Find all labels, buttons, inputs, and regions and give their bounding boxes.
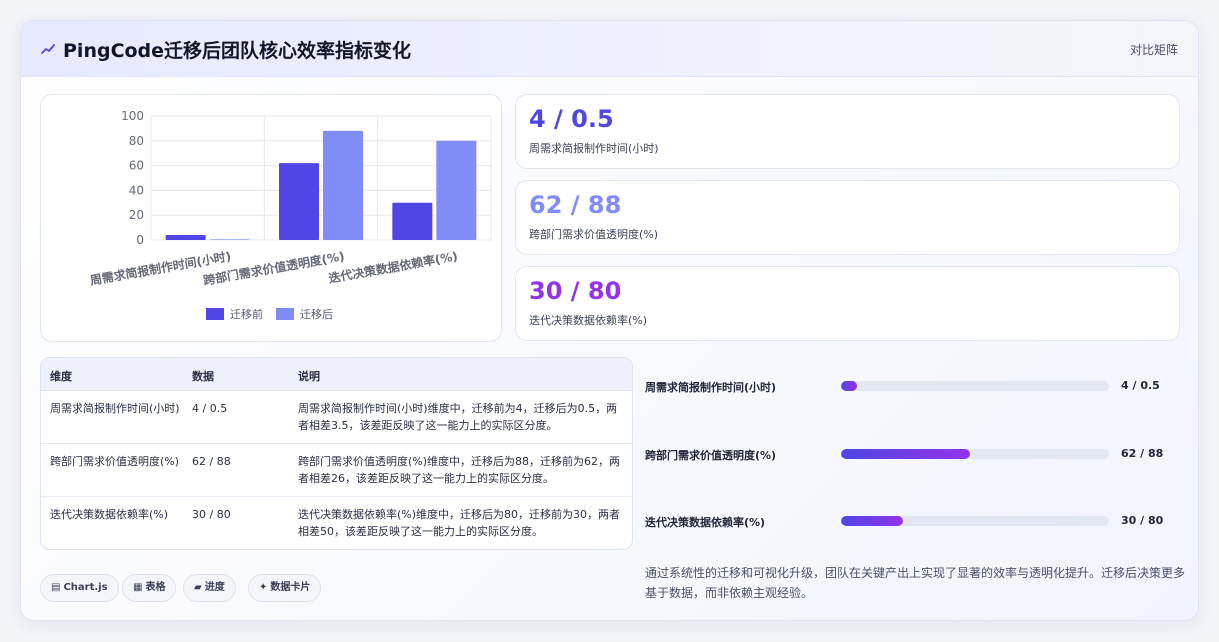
stat-label: 跨部门需求价值透明度(%): [529, 228, 659, 241]
cell-description: 周需求简报制作时间(小时)维度中，迁移前为4，迁移后为0.5，两者相差3.5，该…: [298, 402, 618, 432]
bar-chart: 020406080100周需求简报制作时间(小时)跨部门需求价值透明度(%)迭代…: [89, 109, 492, 321]
table-row: 跨部门需求价值透明度(%) 62 / 88 跨部门需求价值透明度(%)维度中，迁…: [41, 444, 632, 497]
cell-dimension: 迭代决策数据依赖率(%): [50, 508, 169, 521]
progress-icon: ▰: [194, 582, 202, 593]
legend-label: 迁移后: [300, 308, 333, 321]
stat-value: 30 / 80: [529, 277, 622, 305]
stat-value: 62 / 88: [529, 191, 622, 219]
progress-value: 4 / 0.5: [1121, 379, 1160, 392]
cell-description: 迭代决策数据依赖率(%)维度中，迁移后为80，迁移前为30，两者相差50，该差距…: [298, 508, 621, 538]
bar-after: [323, 130, 363, 240]
cell-data: 4 / 0.5: [192, 402, 228, 415]
bar-after: [209, 239, 250, 240]
stat-card-1: 4 / 0.5 周需求简报制作时间(小时): [515, 94, 1180, 169]
column-header-dimension: 维度: [50, 370, 72, 383]
view-mode-label[interactable]: 对比矩阵: [1130, 41, 1178, 58]
progress-row-3: 迭代决策数据依赖率(%) 30 / 80: [645, 511, 1185, 531]
y-tick-label: 100: [121, 109, 144, 123]
bar-before: [165, 235, 206, 240]
y-tick-label: 0: [136, 233, 144, 247]
table-row: 周需求简报制作时间(小时) 4 / 0.5 周需求简报制作时间(小时)维度中，迁…: [41, 391, 632, 444]
progress-fill: [841, 516, 903, 526]
cell-data: 62 / 88: [192, 455, 231, 468]
progress-label: 迭代决策数据依赖率(%): [645, 516, 766, 529]
progress-value: 62 / 88: [1121, 447, 1164, 460]
stat-card-3: 30 / 80 迭代决策数据依赖率(%): [515, 266, 1180, 341]
progress-label: 跨部门需求价值透明度(%): [645, 449, 777, 462]
x-tick-label: 迭代决策数据依赖率(%): [327, 248, 459, 286]
trend-line-icon: [41, 44, 55, 54]
y-tick-label: 20: [129, 208, 144, 222]
cell-dimension: 周需求简报制作时间(小时): [50, 402, 180, 415]
cell-dimension: 跨部门需求价值透明度(%): [50, 455, 180, 468]
y-tick-label: 80: [129, 134, 144, 148]
y-tick-label: 60: [129, 159, 144, 173]
table-header: 维度 数据 说明: [41, 358, 632, 391]
tag-label: Chart.js: [63, 582, 108, 593]
progress-row-2: 跨部门需求价值透明度(%) 62 / 88: [645, 444, 1185, 464]
page-title: PingCode迁移后团队核心效率指标变化: [63, 40, 412, 62]
legend-label: 迁移前: [230, 307, 263, 321]
tag-chartjs[interactable]: ▤ Chart.js: [40, 574, 119, 602]
tag-label: 表格: [145, 582, 166, 593]
legend-swatch: [276, 308, 294, 320]
bar-after: [436, 140, 477, 240]
progress-label: 周需求简报制作时间(小时): [645, 381, 777, 394]
data-table: 维度 数据 说明 周需求简报制作时间(小时) 4 / 0.5 周需求简报制作时间…: [40, 357, 633, 550]
tag-table[interactable]: ▦ 表格: [122, 574, 177, 602]
table-row: 迭代决策数据依赖率(%) 30 / 80 迭代决策数据依赖率(%)维度中，迁移后…: [41, 497, 632, 549]
bar-chart-panel: 0 20 40 60 80 100 周需求简报制作时间(小时) 跨部门需求价值透明度(%) 迭代…: [40, 94, 502, 342]
cell-data: 30 / 80: [192, 508, 231, 521]
chart-icon: ▤: [51, 582, 61, 593]
dashboard-card: PingCode迁移后团队核心效率指标变化 对比矩阵 0 20 40 60 80 100 周…: [20, 20, 1199, 621]
card-header: PingCode迁移后团队核心效率指标变化 对比矩阵: [21, 21, 1198, 77]
progress-track: [841, 381, 1109, 391]
column-header-data: 数据: [192, 370, 214, 383]
stat-value: 4 / 0.5: [529, 105, 614, 133]
legend-swatch: [206, 308, 224, 320]
y-tick-label: 40: [129, 183, 144, 197]
progress-track: [841, 449, 1109, 459]
progress-row-1: 周需求简报制作时间(小时) 4 / 0.5: [645, 376, 1185, 396]
progress-fill: [841, 449, 970, 459]
table-icon: ▦: [133, 582, 143, 593]
progress-value: 30 / 80: [1121, 514, 1164, 527]
bar-before: [279, 163, 319, 240]
column-header-description: 说明: [298, 370, 320, 383]
progress-track: [841, 516, 1109, 526]
tag-label: 进度: [204, 582, 225, 593]
bar-before: [392, 202, 433, 240]
stat-card-2: 62 / 88 跨部门需求价值透明度(%): [515, 180, 1180, 255]
card-icon: ✦: [259, 582, 268, 593]
summary-text: 通过系统性的迁移和可视化升级，团队在关键产出上实现了显著的效率与透明化提升。迁移…: [645, 566, 1186, 600]
stat-label: 迭代决策数据依赖率(%): [529, 314, 648, 327]
stat-label: 周需求简报制作时间(小时): [529, 142, 659, 155]
progress-fill: [841, 381, 858, 391]
tag-data-card[interactable]: ✦ 数据卡片: [248, 574, 322, 602]
tag-label: 数据卡片: [270, 582, 311, 593]
cell-description: 跨部门需求价值透明度(%)维度中，迁移后为88，迁移前为62，两者相差26，该差…: [298, 455, 621, 485]
tag-progress[interactable]: ▰ 进度: [183, 574, 236, 602]
